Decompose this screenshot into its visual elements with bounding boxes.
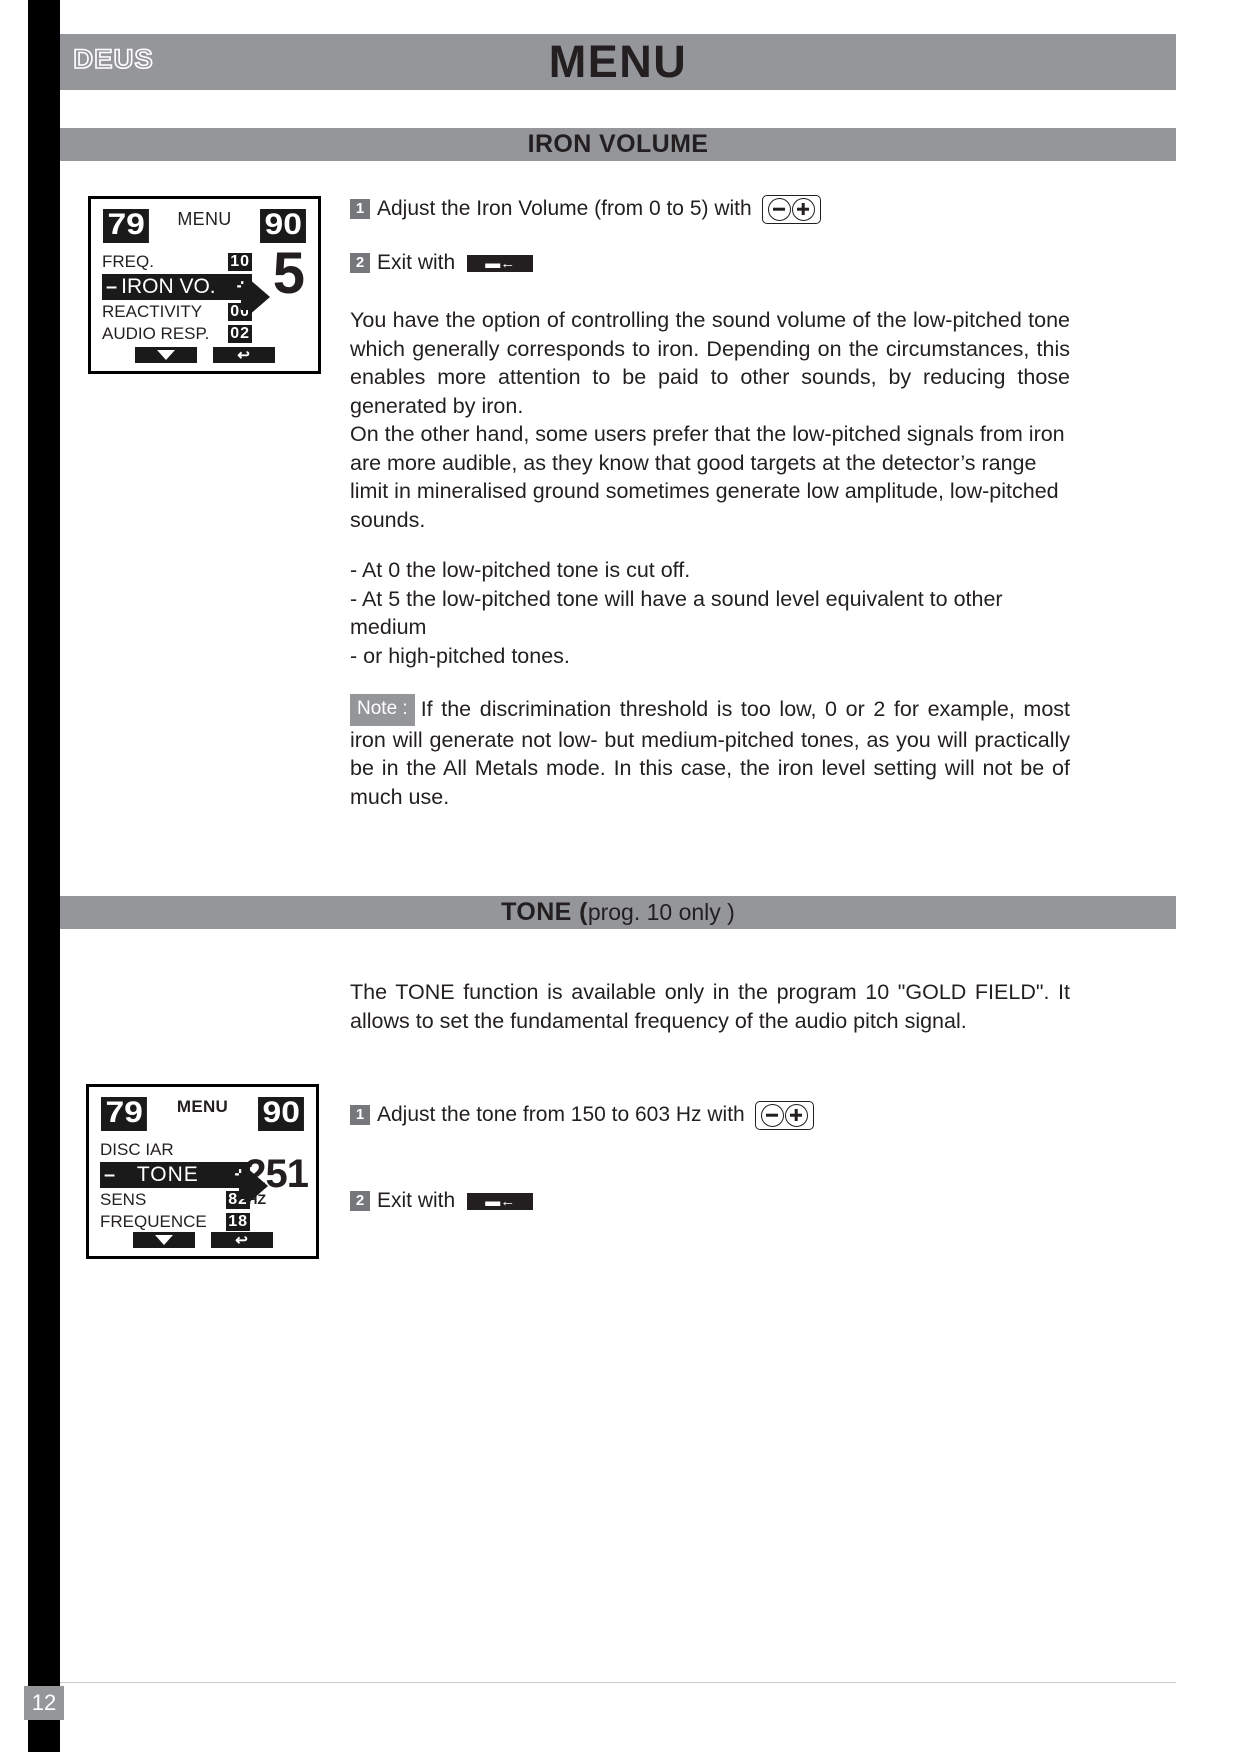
plus-button-icon[interactable] <box>784 1103 808 1127</box>
tone-steps-column: 1 Adjust the tone from 150 to 603 Hz wit… <box>350 1100 1070 1220</box>
iron-volume-paragraph-2: On the other hand, some users prefer tha… <box>350 422 1065 532</box>
lcd-row-freq: FREQ. 10 <box>102 251 252 273</box>
note-badge: Note : <box>350 694 415 726</box>
down-arrow-icon <box>154 1235 173 1245</box>
lcd-row-iron-volume-selected: – IRON VO. + <box>102 274 252 300</box>
step-text: Exit with <box>377 251 456 274</box>
lcd-row-tone-selected: – TONE + <box>100 1162 250 1188</box>
iron-volume-bullet-2: - At 5 the low-pitched tone will have a … <box>350 586 1003 640</box>
lcd-row-value: 10 <box>228 253 252 271</box>
lcd-row-label: SENS <box>100 1190 147 1209</box>
exit-button-icon[interactable]: ▬← <box>467 254 534 272</box>
page-title: MENU <box>548 36 688 87</box>
back-arrow-icon: ↩ <box>237 346 250 364</box>
lcd-softkey-down <box>132 1232 195 1248</box>
tone-step-1: 1 Adjust the tone from 150 to 603 Hz wit… <box>350 1100 1070 1130</box>
lcd-row-reactivity: REACTIVITY 00 <box>102 301 252 323</box>
lcd-row-label: TONE <box>136 1163 199 1186</box>
section-header-iron-volume: IRON VOLUME <box>60 128 1176 161</box>
section-header-tone: TONE ( prog. 10 only ) <box>60 896 1176 929</box>
page-header: DEUS MENU <box>60 34 1176 90</box>
lcd-menu-rows: DISC IAR – TONE + SENS 82 FREQUENCE 18 <box>100 1139 250 1233</box>
iron-volume-text-column: 1 Adjust the Iron Volume (from 0 to 5) w… <box>350 194 1070 811</box>
lcd-row-audio-resp: AUDIO RESP. 02 <box>102 323 252 345</box>
lcd-softkey-back: ↩ <box>210 1231 273 1249</box>
lcd-program-right: 90 <box>259 209 306 243</box>
tone-intro-paragraph: The TONE function is available only in t… <box>350 980 1070 1033</box>
tone-intro-column: The TONE function is available only in t… <box>350 978 1070 1035</box>
page-left-black-bar <box>28 0 60 1752</box>
step-number-badge: 1 <box>350 1105 370 1125</box>
section-title-iron-volume: IRON VOLUME <box>527 130 709 158</box>
lcd-softkey-back: ↩ <box>212 346 275 364</box>
tone-step-2: 2 Exit with ▬← <box>350 1186 1070 1216</box>
step-number-badge: 2 <box>350 253 370 273</box>
lcd-row-frequence: FREQUENCE 18 <box>100 1211 250 1233</box>
iron-volume-paragraph-1: You have the option of controlling the s… <box>350 308 1070 418</box>
step-text: Adjust the tone from 150 to 603 Hz with <box>377 1103 745 1126</box>
section-title-tone: TONE ( <box>501 898 588 926</box>
plus-minus-buttons[interactable] <box>754 1100 814 1130</box>
section-subtitle-tone: prog. 10 only ) <box>587 899 735 925</box>
lcd-row-label: FREQ. <box>102 252 154 271</box>
exit-button-icon[interactable]: ▬← <box>467 1192 534 1210</box>
iron-volume-note: Note : If the discrimination threshold is… <box>350 694 1070 811</box>
lcd-selection-arrow-icon <box>246 1167 268 1205</box>
lcd-program-right: 90 <box>257 1097 304 1131</box>
plus-button-icon[interactable] <box>791 197 815 221</box>
lcd-row-value: 18 <box>226 1213 250 1231</box>
iron-volume-bullet-3: - or high-pitched tones. <box>350 643 570 668</box>
step-number-badge: 2 <box>350 1191 370 1211</box>
lcd-screen-iron-volume: 79 MENU 90 5 FREQ. 10 – IRON VO. + REACT… <box>88 196 321 374</box>
page-root: DEUS MENU IRON VOLUME 79 MENU 90 5 FREQ.… <box>0 0 1240 1752</box>
lcd-row-label: FREQUENCE <box>100 1212 207 1231</box>
lcd-row-label: DISC IAR <box>100 1140 174 1159</box>
lcd-row-sens: SENS 82 <box>100 1189 250 1211</box>
minus-button-icon[interactable] <box>767 197 791 221</box>
lcd-row-disc-iar: DISC IAR <box>100 1139 250 1161</box>
note-text: If the discrimination threshold is too l… <box>350 697 1070 809</box>
step-text: Exit with <box>377 1189 456 1212</box>
plus-minus-buttons[interactable] <box>761 194 821 224</box>
lcd-row-label: REACTIVITY <box>102 302 203 321</box>
page-number: 12 <box>24 1686 64 1720</box>
lcd-menu-rows: FREQ. 10 – IRON VO. + REACTIVITY 00 AUDI… <box>102 251 252 345</box>
lcd-row-label: AUDIO RESP. <box>102 324 210 343</box>
lcd-screen-tone: 79 MENU 90 251 HZ DISC IAR – TONE + SENS… <box>86 1084 319 1259</box>
lcd-softkey-down <box>134 347 197 363</box>
iron-volume-step-1: 1 Adjust the Iron Volume (from 0 to 5) w… <box>350 194 1070 224</box>
lcd-softkey-bar: ↩ <box>89 1232 316 1248</box>
down-arrow-icon <box>156 350 175 360</box>
minus-button-icon[interactable] <box>760 1103 784 1127</box>
lcd-value-iron-volume: 5 <box>272 241 305 306</box>
step-number-badge: 1 <box>350 199 370 219</box>
page-left-margin <box>0 0 28 1752</box>
footer-divider <box>60 1682 1176 1683</box>
lcd-softkey-bar: ↩ <box>91 347 318 363</box>
lcd-row-label: IRON VO. <box>121 275 216 298</box>
lcd-minus-icon: – <box>104 1163 116 1186</box>
step-text: Adjust the Iron Volume (from 0 to 5) wit… <box>377 197 752 220</box>
iron-volume-step-2: 2 Exit with ▬← <box>350 248 1070 278</box>
lcd-row-value: 02 <box>228 325 252 343</box>
iron-volume-bullet-1: - At 0 the low-pitched tone is cut off. <box>350 558 691 582</box>
lcd-selection-arrow-icon <box>248 278 270 316</box>
lcd-minus-icon: – <box>106 275 118 298</box>
back-arrow-icon: ↩ <box>235 1231 248 1249</box>
